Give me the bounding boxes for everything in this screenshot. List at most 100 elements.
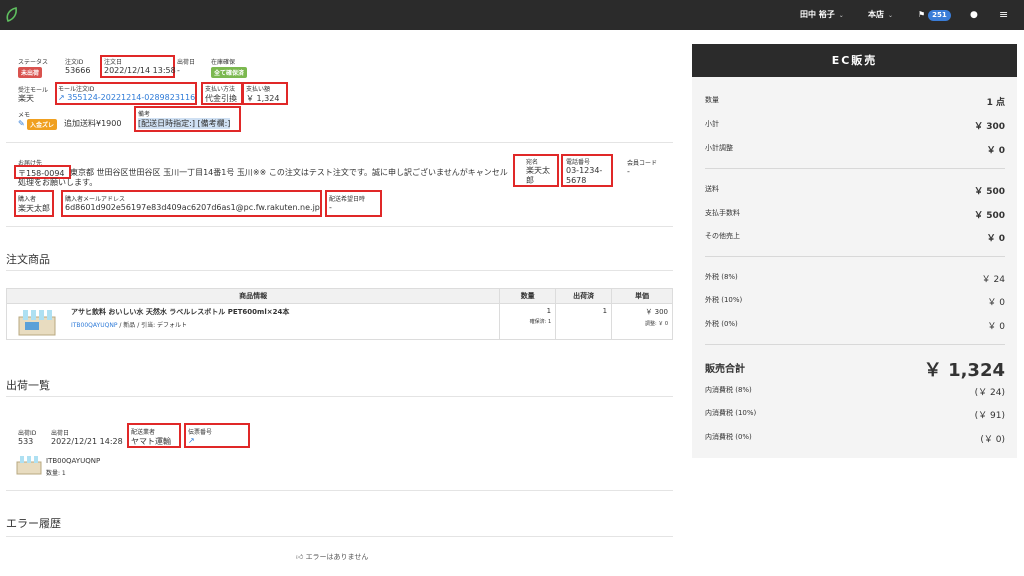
stock-label: 在庫確保 [211, 59, 236, 66]
payment-value: 代金引換 [205, 94, 237, 103]
summary-row: 外税 (8%) ￥ 24 [705, 273, 1005, 285]
ship-date-label-2: 出荷日 [51, 430, 70, 437]
buyer-label: 購入者 [18, 196, 37, 203]
amount-label: 支払い額 [246, 86, 271, 93]
divider [705, 344, 1005, 345]
summary-row: 外税 (0%) ￥ 0 [705, 320, 1005, 332]
divider [6, 270, 673, 271]
divider [6, 142, 673, 143]
summary-row: 支払手数料 ￥ 500 [705, 209, 1005, 221]
ship-id-value: 533 [18, 437, 34, 446]
mall-order-id-label: モール注文ID [58, 86, 95, 93]
member-label: 会員コード [627, 160, 658, 167]
price-cell: ￥ 300 調整: ￥ 0 [611, 303, 673, 340]
user-name: 田中 裕子 [800, 10, 835, 19]
carrier-value: ヤマト運輸 [131, 437, 171, 446]
delivery-label: 配送希望日時 [329, 196, 366, 203]
summary-row: 数量 1 点 [705, 96, 1005, 108]
external-link-icon: ↗ [58, 93, 68, 102]
notification-count-badge: 251 [928, 10, 951, 21]
price-note: 調整: ￥ 0 [644, 321, 668, 327]
shipped-cell: 1 [555, 303, 613, 340]
mall-order-id-link[interactable]: ↗ 355124-20221214-0289823116 [58, 93, 195, 102]
edit-memo-icon[interactable]: ✎ [18, 119, 25, 128]
order-date-label: 注文日 [104, 59, 123, 66]
product-code-link[interactable]: ITB00QAYUQNP [71, 322, 117, 329]
total-label: 販売合計 [705, 364, 745, 375]
memo-label: メモ [18, 112, 31, 119]
member-value: - [627, 167, 630, 176]
status-label: ステータス [18, 59, 49, 66]
sales-panel-title: EC販売 [692, 44, 1017, 77]
products-table: 商品情報 数量 出荷済 単価 アサヒ飲料 おいしい水 天然水 ラベルレスボトル … [5, 288, 673, 340]
order-id-value: 53666 [65, 66, 91, 75]
name-label: 宛名 [526, 159, 539, 166]
divider [705, 168, 1005, 169]
total-row: 販売合計 ￥ 1,324 [705, 356, 1005, 381]
tracking-label: 伝票番号 [188, 429, 213, 436]
notifications-flag[interactable]: ⚑ 251 [918, 0, 951, 30]
price-value: ￥ 300 [645, 308, 668, 316]
amount-value: ￥ 1,324 [246, 94, 280, 103]
divider [6, 490, 673, 491]
memo-tag: 入金ズレ [27, 119, 58, 130]
errors-empty-text: エラーはありません [305, 553, 369, 561]
summary-row: 内消費税 (10%) (￥ 91) [705, 409, 1005, 421]
product-name: アサヒ飲料 おいしい水 天然水 ラベルレスボトル PET600ml×24本 [71, 308, 290, 316]
summary-row: 小計調整 ￥ 0 [705, 144, 1005, 156]
col-header-shipped: 出荷済 [555, 288, 613, 304]
external-link-icon[interactable]: ↗ [188, 436, 195, 445]
phone-value: 03-1234-5678 [566, 166, 603, 185]
chat-icon[interactable]: ● [970, 0, 978, 30]
mall-order-id-text: 355124-20221214-0289823116 [67, 93, 196, 102]
shipment-item-thumbnail [16, 456, 42, 475]
errors-empty-message: 👍︎ エラーはありません [296, 552, 368, 562]
name-value: 楽天太郎 [526, 166, 550, 185]
qty-note: 確保済: 1 [529, 319, 552, 325]
mall-value: 楽天 [18, 94, 34, 103]
summary-row: 内消費税 (8%) (￥ 24) [705, 386, 1005, 398]
menu-icon[interactable]: ≡ [999, 0, 1008, 30]
flag-icon: ⚑ [918, 10, 926, 19]
ship-date-value-2: 2022/12/21 14:28 [51, 437, 123, 446]
order-date-value: 2022/12/14 13:58 [104, 66, 176, 75]
shipment-item-code: ITB00QAYUQNP [46, 457, 101, 465]
sales-summary-panel: EC販売 数量 1 点 小計 ￥ 300 小計調整 ￥ 0 送料 ￥ 500 支払手数料… [692, 44, 1017, 458]
ship-date-value: - [177, 66, 180, 75]
ship-id-label: 出荷ID [18, 430, 37, 437]
user-menu[interactable]: 田中 裕子 ⌄ [800, 0, 844, 30]
carrier-label: 配送業者 [131, 429, 156, 436]
chevron-down-icon: ⌄ [838, 12, 844, 19]
col-header-product: 商品情報 [5, 288, 501, 304]
ship-date-label: 出荷日 [177, 59, 196, 66]
order-id-label: 注文ID [65, 59, 84, 66]
errors-title: エラー履歴 [6, 517, 61, 530]
product-meta: / 新品 / 引当: デフォルト [119, 322, 188, 329]
col-header-price: 単価 [611, 288, 673, 304]
phone-label: 電話番号 [566, 159, 591, 166]
delivery-value: - [329, 203, 332, 212]
divider [705, 256, 1005, 257]
summary-row: 小計 ￥ 300 [705, 120, 1005, 132]
remarks-value: [配送日時指定:] [備考欄:] [138, 118, 231, 129]
divider [6, 536, 673, 537]
top-navbar: 田中 裕子 ⌄ 本店 ⌄ ⚑ 251 ● ≡ [0, 0, 1024, 30]
product-cell: アサヒ飲料 おいしい水 天然水 ラベルレスボトル PET600ml×24本 IT… [5, 303, 501, 340]
app-logo-icon[interactable] [5, 6, 19, 24]
qty-cell: 1 確保済: 1 [499, 303, 557, 340]
table-row: アサヒ飲料 おいしい水 天然水 ラベルレスボトル PET600ml×24本 IT… [5, 303, 673, 340]
summary-row: 送料 ￥ 500 [705, 185, 1005, 197]
summary-row: 外税 (10%) ￥ 0 [705, 296, 1005, 308]
remarks-label: 備考 [138, 111, 151, 118]
memo-text: 追加送料¥1900 [64, 119, 122, 128]
chevron-down-icon: ⌄ [888, 12, 894, 19]
payment-label: 支払い方法 [205, 86, 236, 93]
buyer-value: 楽天太郎 [18, 204, 50, 213]
stock-badge: 全て確保済 [211, 67, 248, 78]
summary-row: 内消費税 (0%) (￥ 0) [705, 433, 1005, 445]
email-value: 6d8601d902e56197e83d409ac6207d6as1@pc.fw… [65, 203, 320, 212]
store-name: 本店 [868, 10, 884, 19]
store-menu[interactable]: 本店 ⌄ [868, 0, 893, 30]
col-header-qty: 数量 [499, 288, 557, 304]
thumbs-up-icon: 👍︎ [296, 553, 304, 561]
